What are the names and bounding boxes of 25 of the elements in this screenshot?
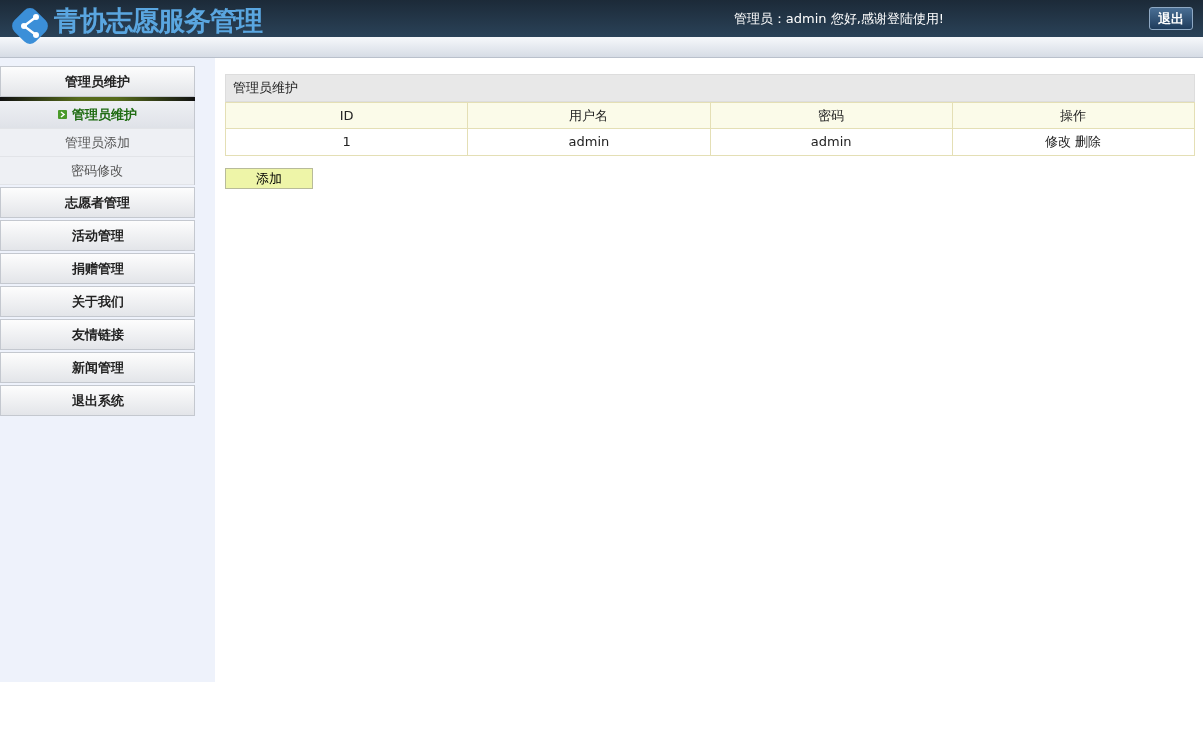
sidebar-item[interactable]: 管理员添加 xyxy=(0,129,194,157)
app-title: 青协志愿服务管理 xyxy=(54,4,262,39)
action-link[interactable]: 修改 xyxy=(1045,134,1072,149)
add-button[interactable]: 添加 xyxy=(225,167,313,189)
sidebar-group[interactable]: 志愿者管理 xyxy=(0,187,195,218)
table-cell: 1 xyxy=(225,128,468,155)
sidebar-group[interactable]: 新闻管理 xyxy=(0,352,195,383)
greeting-text: 管理员：admin 您好,感谢登陆使用! xyxy=(733,9,944,28)
arrow-icon xyxy=(57,109,67,119)
sidebar-group[interactable]: 关于我们 xyxy=(0,286,195,317)
sidebar-group[interactable]: 活动管理 xyxy=(0,220,195,251)
sidebar-item[interactable]: 密码修改 xyxy=(0,157,194,185)
column-header: 用户名 xyxy=(467,102,710,129)
column-header: 密码 xyxy=(710,102,953,129)
sidebar-group[interactable]: 捐赠管理 xyxy=(0,253,195,284)
logout-button[interactable]: 退出 xyxy=(1149,6,1193,31)
sidebar-group[interactable]: 管理员维护 xyxy=(0,66,195,97)
table-cell: admin xyxy=(467,128,710,155)
column-header: 操作 xyxy=(952,102,1195,129)
sidebar-group[interactable]: 退出系统 xyxy=(0,385,195,416)
sidebar-group[interactable]: 友情链接 xyxy=(0,319,195,350)
table-cell: admin xyxy=(710,128,953,155)
column-header: ID xyxy=(225,102,468,129)
panel-title: 管理员维护 xyxy=(225,74,1195,102)
action-link[interactable]: 删除 xyxy=(1075,134,1102,149)
